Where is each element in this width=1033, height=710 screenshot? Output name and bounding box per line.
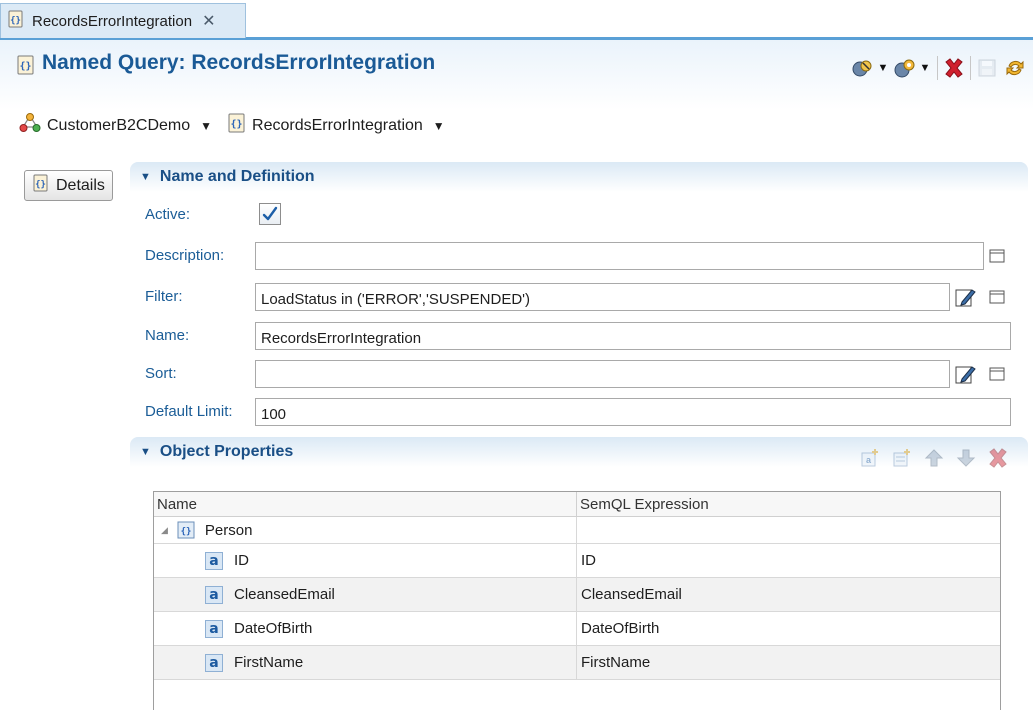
attribute-name: CleansedEmail (234, 586, 335, 603)
name-label: Name: (145, 327, 190, 344)
breadcrumb-model-dropdown[interactable]: ▼ (200, 119, 212, 133)
details-button[interactable]: {} Details (24, 170, 113, 201)
sort-label: Sort: (145, 365, 177, 382)
description-field[interactable] (255, 242, 984, 270)
breadcrumb: CustomerB2CDemo ▼ {} RecordsErrorIntegra… (19, 112, 461, 139)
active-checkbox[interactable] (259, 203, 281, 225)
table-header: Name SemQL Expression (154, 492, 1000, 517)
tree-expander-icon[interactable]: ◢ (161, 525, 168, 536)
named-query-icon: {} (8, 10, 24, 32)
attribute-expression: DateOfBirth (581, 620, 660, 637)
validate-dropdown[interactable]: ▼ (875, 62, 891, 74)
table-row[interactable]: a FirstName FirstName (154, 646, 1000, 680)
object-properties-table: Name SemQL Expression ◢ {} Person a ID ID… (153, 491, 1001, 710)
section-name-and-definition[interactable]: ▼ Name and Definition (130, 162, 1028, 192)
table-row[interactable]: a ID ID (154, 544, 1000, 578)
expand-editor-icon[interactable] (986, 245, 1008, 267)
active-label: Active: (145, 206, 191, 223)
attribute-icon: a (205, 551, 223, 570)
object-properties-toolbar: a (858, 446, 1010, 470)
attribute-expression: ID (581, 552, 596, 569)
checkmark-icon (262, 206, 278, 221)
details-button-label: Details (56, 176, 105, 194)
attribute-name: DateOfBirth (234, 620, 313, 637)
attribute-icon: a (205, 619, 223, 638)
breadcrumb-named-query-dropdown[interactable]: ▼ (433, 119, 445, 133)
filter-label: Filter: (145, 288, 183, 305)
default-limit-label: Default Limit: (145, 403, 233, 420)
breadcrumb-model[interactable]: CustomerB2CDemo (19, 112, 190, 139)
validate-icon[interactable] (851, 56, 875, 80)
section-title: Name and Definition (159, 168, 315, 185)
table-row[interactable]: a CleansedEmail CleansedEmail (154, 578, 1000, 612)
deploy-dropdown[interactable]: ▼ (917, 62, 933, 74)
tab-records-error-integration[interactable]: {} RecordsErrorIntegration ✕ (0, 3, 246, 38)
tab-title: RecordsErrorIntegration (32, 12, 193, 30)
refresh-icon[interactable] (1003, 56, 1027, 80)
collapse-triangle-icon: ▼ (140, 446, 151, 458)
delete-icon[interactable] (942, 56, 966, 80)
named-query-icon: {} (17, 55, 35, 79)
toolbar-separator (970, 56, 971, 80)
edit-expression-icon[interactable] (954, 286, 976, 308)
entity-icon: {} (177, 521, 195, 539)
save-icon[interactable] (975, 56, 999, 80)
name-field[interactable] (255, 322, 1011, 350)
toolbar-separator (937, 56, 938, 80)
move-down-icon[interactable] (954, 446, 978, 470)
move-up-icon[interactable] (922, 446, 946, 470)
table-row-person[interactable]: ◢ {} Person (154, 517, 1000, 544)
expand-editor-icon[interactable] (986, 286, 1008, 308)
description-label: Description: (145, 247, 225, 264)
svg-text:{}: {} (10, 16, 21, 26)
column-header-name[interactable]: Name (154, 492, 577, 516)
named-query-icon: {} (228, 113, 246, 138)
svg-text:{}: {} (19, 61, 31, 72)
column-header-semql-expression[interactable]: SemQL Expression (577, 492, 1000, 516)
add-multiple-icon[interactable] (890, 446, 914, 470)
breadcrumb-named-query-label: RecordsErrorIntegration (252, 116, 423, 134)
named-query-editor: {} Named Query: RecordsErrorIntegration … (0, 40, 1033, 710)
model-icon (19, 112, 41, 139)
page-title: Named Query: RecordsErrorIntegration (42, 51, 436, 74)
attribute-icon: a (205, 653, 223, 672)
svg-text:{}: {} (231, 119, 243, 130)
attribute-expression: CleansedEmail (581, 586, 682, 603)
table-row[interactable]: a DateOfBirth DateOfBirth (154, 612, 1000, 646)
breadcrumb-named-query[interactable]: {} RecordsErrorIntegration (228, 113, 423, 138)
filter-field[interactable] (255, 283, 950, 311)
attribute-expression: FirstName (581, 654, 651, 671)
deploy-icon[interactable] (893, 56, 917, 80)
attribute-icon: a (205, 585, 223, 604)
section-title: Object Properties (159, 443, 294, 460)
editor-tab-strip: {} RecordsErrorIntegration ✕ (0, 0, 1033, 40)
attribute-name: FirstName (234, 654, 304, 671)
edit-expression-icon[interactable] (954, 363, 976, 385)
attribute-name: ID (234, 552, 249, 569)
default-limit-field[interactable] (255, 398, 1011, 426)
add-attribute-icon[interactable]: a (858, 446, 882, 470)
breadcrumb-model-label: CustomerB2CDemo (47, 116, 191, 134)
sort-field[interactable] (255, 360, 950, 388)
named-query-icon: {} (33, 174, 49, 197)
remove-icon[interactable] (986, 446, 1010, 470)
editor-toolbar: ▼ ▼ (851, 54, 1027, 82)
close-tab-icon[interactable]: ✕ (202, 11, 215, 31)
entity-name: Person (204, 521, 253, 539)
collapse-triangle-icon: ▼ (140, 171, 151, 183)
svg-text:{}: {} (35, 180, 46, 190)
expand-editor-icon[interactable] (986, 363, 1008, 385)
svg-text:{}: {} (181, 527, 192, 537)
